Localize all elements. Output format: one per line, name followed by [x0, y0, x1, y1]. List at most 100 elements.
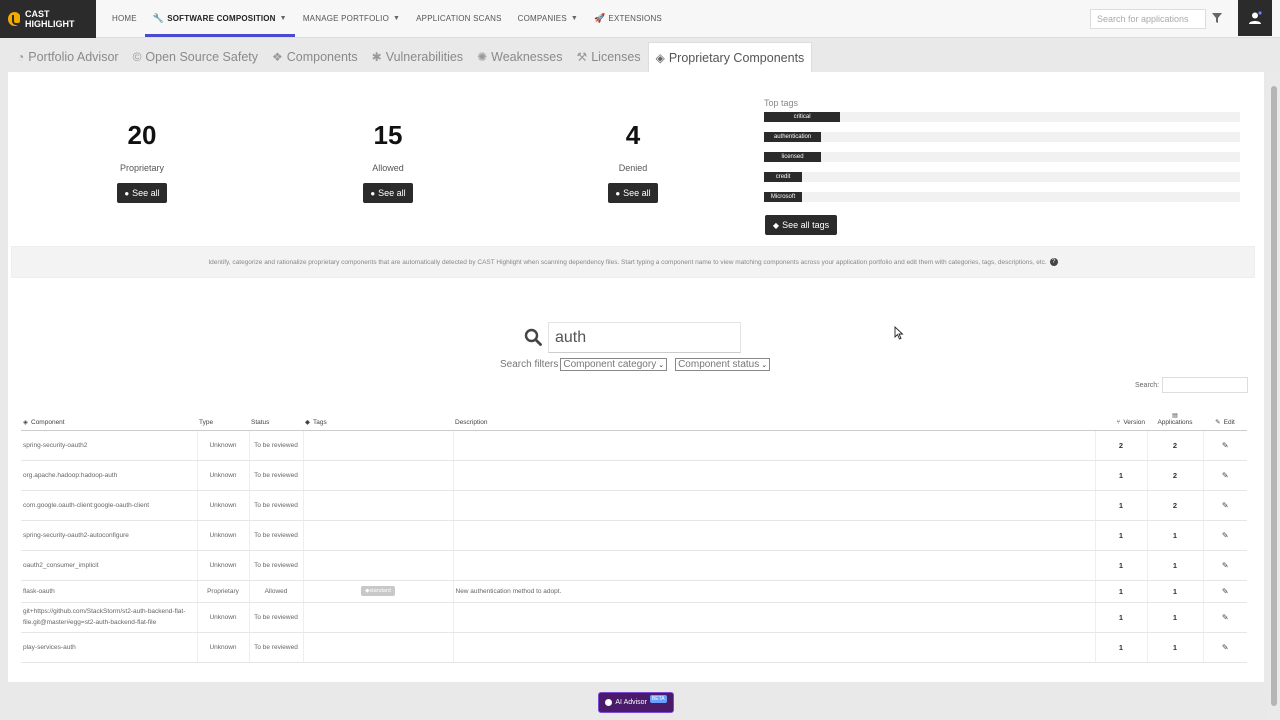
cell-tags — [302, 430, 453, 461]
copyright-icon: © — [132, 50, 142, 64]
nav-software-composition[interactable]: 🔧 SOFTWARE COMPOSITION ▼ — [144, 0, 295, 37]
cell-status: To be reviewed — [248, 460, 303, 491]
edit-pencil-icon[interactable]: ✎ — [1202, 550, 1247, 581]
see-all-allowed-button[interactable]: ● See all — [363, 183, 413, 203]
cell-component[interactable]: flask-oauth — [21, 580, 197, 603]
nav-manage-portfolio[interactable]: MANAGE PORTFOLIO ▼ — [295, 0, 408, 38]
cell-type: Unknown — [196, 490, 249, 521]
column-header-component[interactable]: ◈ Component — [21, 410, 197, 431]
question-circle-icon[interactable]: ? — [1049, 258, 1058, 266]
cell-applications[interactable]: 2 — [1146, 490, 1203, 521]
cell-version: 2 — [1094, 430, 1147, 461]
cell-component[interactable]: git+https://github.com/StackStorm/st2-au… — [21, 602, 197, 633]
top-tag-row[interactable]: critical — [764, 112, 1240, 122]
software-composition-tabs: ◔ Portfolio Advisor © Open Source Safety ❖… — [0, 42, 1268, 72]
tab-vulnerabilities[interactable]: ✱ Vulnerabilities — [365, 42, 470, 72]
component-status-select[interactable]: Component status ⌄ — [675, 358, 771, 371]
ai-advisor-button[interactable]: AI Advisor BETA — [598, 692, 674, 713]
cell-tags — [302, 520, 453, 551]
edit-pencil-icon[interactable]: ✎ — [1202, 490, 1247, 521]
top-tag-row[interactable]: authentication — [764, 132, 1240, 142]
tab-licenses[interactable]: ⚒ Licenses — [569, 42, 647, 72]
tab-portfolio-advisor[interactable]: ◔ Portfolio Advisor — [10, 42, 126, 72]
cell-component[interactable]: play-services-auth — [21, 632, 197, 663]
mouse-cursor-icon — [894, 326, 904, 340]
info-text: Identify, categorize and rationalize pro… — [208, 258, 1047, 266]
cell-applications[interactable]: 1 — [1146, 550, 1203, 581]
cell-component[interactable]: com.google.oauth-client:google-oauth-cli… — [21, 490, 197, 521]
nav-home[interactable]: HOME — [104, 0, 145, 38]
see-all-denied-button[interactable]: ● See all — [608, 183, 658, 203]
table-row: spring-security-oauth2-autoconfigure Unk… — [21, 520, 1247, 551]
cell-version: 1 — [1094, 460, 1147, 491]
edit-pencil-icon[interactable]: ✎ — [1202, 632, 1247, 663]
tab-weaknesses[interactable]: ✺ Weaknesses — [470, 42, 569, 72]
header-label: Status — [251, 418, 270, 426]
header-label: Type — [199, 418, 214, 426]
rocket-icon: 🚀 — [594, 13, 606, 23]
edit-pencil-icon[interactable]: ✎ — [1202, 580, 1247, 603]
spider-icon: ✺ — [477, 50, 488, 64]
tag-chip[interactable]: ◆standard — [361, 586, 395, 596]
cell-component[interactable]: org.apache.hadoop:hadoop-auth — [21, 460, 197, 491]
see-all-tags-button[interactable]: ◆ See all tags — [765, 215, 837, 235]
tab-label: Open Source Safety — [145, 50, 258, 64]
cast-highlight-logo[interactable]: CAST HIGHLIGHT — [0, 0, 96, 38]
top-tag-row[interactable]: Microsoft — [764, 192, 1240, 202]
cell-status: To be reviewed — [248, 602, 303, 633]
header-label: Tags — [313, 418, 327, 426]
component-category-select[interactable]: Component category ⌄ — [560, 358, 668, 371]
scrollbar-thumb[interactable] — [1271, 86, 1277, 706]
tab-label: Proprietary Components — [668, 50, 805, 65]
cell-component[interactable]: spring-security-oauth2 — [21, 430, 197, 461]
cell-component[interactable]: spring-security-oauth2-autoconfigure — [21, 520, 197, 551]
component-search-input[interactable] — [548, 322, 741, 353]
column-header-status[interactable]: Status — [249, 410, 303, 431]
edit-pencil-icon[interactable]: ✎ — [1202, 520, 1247, 551]
cell-component[interactable]: oauth2_consumer_implicit — [21, 550, 197, 581]
cell-applications[interactable]: 1 — [1146, 520, 1203, 551]
table-search-input[interactable] — [1162, 377, 1249, 393]
tab-proprietary-components[interactable]: ◈ Proprietary Components — [647, 42, 813, 72]
top-tag-row[interactable]: licensed — [764, 152, 1240, 162]
cell-description — [452, 520, 1095, 551]
cell-description — [452, 430, 1095, 461]
stat-allowed-label: Allowed — [372, 163, 404, 173]
select-value: Component status — [678, 359, 760, 370]
cell-applications[interactable]: 1 — [1146, 602, 1203, 633]
page-scrollbar[interactable] — [1268, 72, 1280, 720]
nav-extensions[interactable]: 🚀 EXTENSIONS — [586, 0, 670, 38]
edit-pencil-icon[interactable]: ✎ — [1202, 460, 1247, 491]
cell-applications[interactable]: 2 — [1146, 430, 1203, 461]
nav-companies[interactable]: COMPANIES ▼ — [510, 0, 586, 38]
column-header-tags[interactable]: ◆ Tags — [303, 410, 453, 431]
edit-pencil-icon[interactable]: ✎ — [1202, 430, 1247, 461]
tab-open-source-safety[interactable]: © Open Source Safety — [126, 42, 265, 72]
top-tag-row[interactable]: credit — [764, 172, 1240, 182]
header-label: Applications — [1157, 418, 1193, 426]
edit-pencil-icon[interactable]: ✎ — [1202, 602, 1247, 633]
search-icon — [524, 328, 542, 346]
caret-down-icon: ▼ — [393, 15, 401, 22]
cell-applications[interactable]: 1 — [1146, 580, 1203, 603]
cell-status: Allowed — [248, 580, 303, 603]
brand-name: CAST HIGHLIGHT — [25, 8, 75, 29]
column-header-description[interactable]: Description — [453, 410, 1095, 431]
nav-software-composition-label: SOFTWARE COMPOSITION — [167, 13, 276, 23]
nav-application-scans[interactable]: APPLICATION SCANS — [408, 0, 510, 38]
select-value: Component category — [563, 359, 657, 370]
column-header-version[interactable]: ⑂ Version — [1095, 410, 1147, 431]
filter-icon[interactable] — [1212, 13, 1222, 23]
tab-label: Vulnerabilities — [385, 50, 464, 64]
cell-type: Unknown — [196, 602, 249, 633]
column-header-type[interactable]: Type — [197, 410, 249, 431]
stat-denied-value: 4 — [625, 120, 641, 150]
see-all-proprietary-button[interactable]: ● See all — [117, 183, 167, 203]
cell-applications[interactable]: 1 — [1146, 632, 1203, 663]
column-header-applications[interactable]: ▤ Applications — [1147, 410, 1203, 431]
cell-applications[interactable]: 2 — [1146, 460, 1203, 491]
cell-version: 1 — [1094, 550, 1147, 581]
application-search-input[interactable]: Search for applications — [1090, 9, 1206, 29]
tab-components[interactable]: ❖ Components — [265, 42, 365, 72]
user-menu-button[interactable] — [1238, 0, 1272, 36]
